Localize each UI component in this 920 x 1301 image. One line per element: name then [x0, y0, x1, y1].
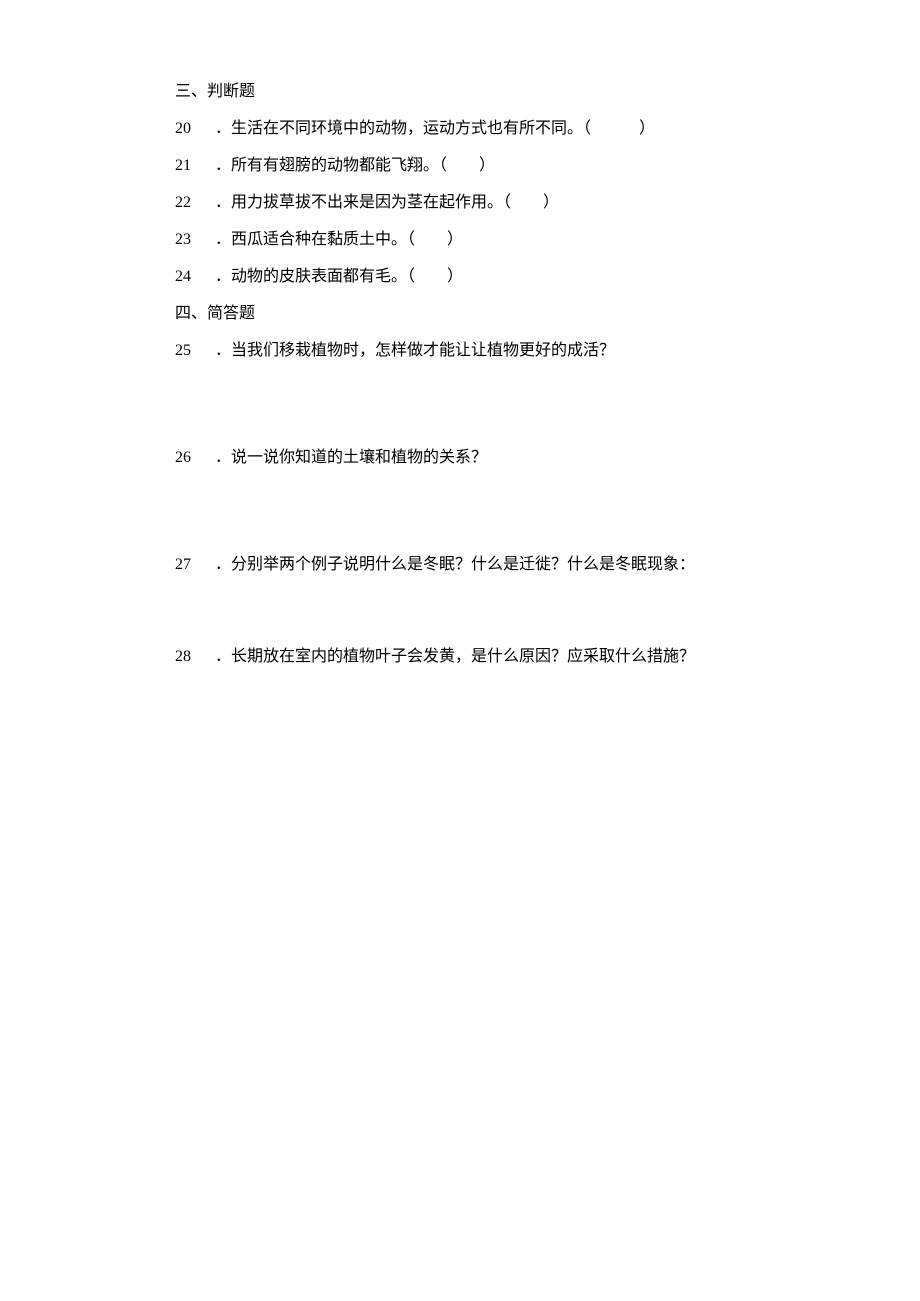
question-number: 28 [175, 645, 203, 669]
question-text: ．长期放在室内的植物叶子会发黄，是什么原因？应采取什么措施？ [215, 648, 695, 665]
question-text: ．说一说你知道的土壤和植物的关系？ [215, 449, 487, 466]
question-row: 27 ．分别举两个例子说明什么是冬眠？什么是迁徙？什么是冬眠现象： [175, 553, 775, 577]
question-row: 25 ．当我们移栽植物时，怎样做才能让让植物更好的成活？ [175, 339, 775, 363]
question-number: 22 [175, 191, 203, 215]
question-text: ．动物的皮肤表面都有毛。（ ） [215, 268, 463, 285]
answer-space [175, 590, 775, 645]
section-3-heading: 三、判断题 [175, 80, 775, 104]
heading-text: 四、简答题 [175, 305, 255, 322]
question-number: 25 [175, 339, 203, 363]
question-text: ．当我们移栽植物时，怎样做才能让让植物更好的成活？ [215, 342, 615, 359]
question-text: ．西瓜适合种在黏质土中。（ ） [215, 231, 463, 248]
question-row: 20 ．生活在不同环境中的动物，运动方式也有所不同。（ ） [175, 117, 775, 141]
question-number: 23 [175, 228, 203, 252]
question-number: 27 [175, 553, 203, 577]
question-row: 21 ．所有有翅膀的动物都能飞翔。（ ） [175, 154, 775, 178]
question-row: 23 ．西瓜适合种在黏质土中。（ ） [175, 228, 775, 252]
question-number: 20 [175, 117, 203, 141]
question-number: 21 [175, 154, 203, 178]
question-text: ．生活在不同环境中的动物，运动方式也有所不同。（ ） [215, 120, 655, 137]
question-text: ．分别举两个例子说明什么是冬眠？什么是迁徙？什么是冬眠现象： [215, 556, 695, 573]
answer-space [175, 483, 775, 553]
question-row: 26 ．说一说你知道的土壤和植物的关系？ [175, 446, 775, 470]
question-number: 26 [175, 446, 203, 470]
question-row: 22 ．用力拔草拔不出来是因为茎在起作用。（ ） [175, 191, 775, 215]
question-text: ．所有有翅膀的动物都能飞翔。（ ） [215, 157, 495, 174]
document-page: 三、判断题 20 ．生活在不同环境中的动物，运动方式也有所不同。（ ） 21 ．所有… [0, 0, 775, 669]
question-row: 28 ．长期放在室内的植物叶子会发黄，是什么原因？应采取什么措施？ [175, 645, 775, 669]
heading-text: 三、判断题 [175, 83, 255, 100]
question-text: ．用力拔草拔不出来是因为茎在起作用。（ ） [215, 194, 559, 211]
section-4-heading: 四、简答题 [175, 302, 775, 326]
question-row: 24 ．动物的皮肤表面都有毛。（ ） [175, 265, 775, 289]
answer-space [175, 376, 775, 446]
question-number: 24 [175, 265, 203, 289]
